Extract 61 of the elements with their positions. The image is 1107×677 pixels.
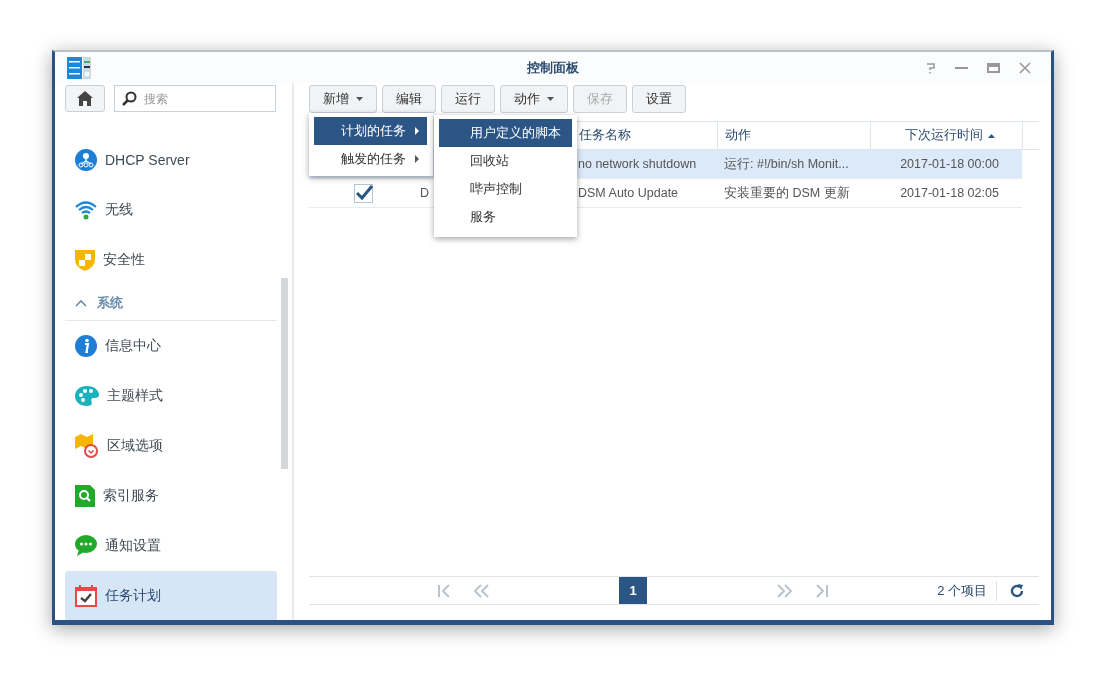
home-icon (77, 91, 93, 106)
caret-icon (356, 97, 363, 101)
toolbar-button[interactable]: 新增 (309, 85, 377, 113)
sidebar-item[interactable]: 信息中心 (65, 321, 277, 371)
menu-item[interactable]: 回收站 (439, 147, 572, 175)
refresh-icon[interactable] (1010, 583, 1024, 598)
toolbar-button[interactable]: 设置 (632, 85, 686, 113)
section-header[interactable]: 系统 (65, 285, 277, 321)
first-page-icon[interactable] (437, 583, 451, 598)
table-cell: D (420, 186, 430, 200)
table-cell: 2017-01-18 00:00 (900, 157, 999, 171)
table-cell: no network shutdown (578, 157, 697, 171)
shield-icon (75, 249, 95, 271)
calendar-check-icon (75, 585, 97, 607)
sidebar-item[interactable]: 主题样式 (65, 371, 277, 421)
item-count: 2 个项目 (937, 581, 987, 600)
table-cell: 运行: #!/bin/sh Monit... (724, 155, 849, 173)
maximize-icon[interactable] (987, 62, 1000, 73)
help-icon[interactable] (926, 61, 936, 74)
document-search-icon (75, 485, 95, 507)
last-page-icon[interactable] (815, 583, 829, 598)
scrollbar[interactable] (281, 278, 288, 469)
wifi-icon (75, 200, 97, 220)
chat-icon (75, 535, 97, 557)
submenu-arrow-icon (415, 155, 419, 163)
palette-icon (75, 386, 99, 406)
chevron-icon (75, 298, 87, 307)
toolbar-button[interactable]: 运行 (441, 85, 495, 113)
sidebar-item[interactable]: DHCP Server (65, 135, 277, 185)
caret-icon (547, 97, 554, 101)
page-button[interactable]: 1 (619, 577, 647, 604)
next-page-icon[interactable] (777, 583, 793, 598)
search-field[interactable]: 搜索 (114, 85, 276, 112)
column-header[interactable]: 下次运行时间 (905, 127, 983, 144)
toolbar-button[interactable]: 动作 (500, 85, 568, 113)
table-cell: 2017-01-18 02:05 (900, 186, 999, 200)
toolbar-button[interactable]: 编辑 (382, 85, 436, 113)
sidebar-item[interactable]: 任务计划 (65, 571, 277, 620)
minimize-icon[interactable] (955, 66, 968, 69)
previous-page-icon[interactable] (473, 583, 489, 598)
sidebar-item[interactable]: 区域选项 (65, 421, 277, 471)
menu-item[interactable]: 计划的任务 (314, 117, 427, 145)
close-icon[interactable] (1019, 61, 1031, 74)
sidebar-item[interactable]: 索引服务 (65, 471, 277, 521)
app-icon (67, 56, 91, 79)
window-title: 控制面板 (527, 58, 579, 77)
menu-item[interactable]: 用户定义的脚本 (439, 119, 572, 147)
map-clock-icon (75, 434, 99, 458)
submenu-arrow-icon (415, 127, 419, 135)
sidebar-item[interactable]: 安全性 (65, 235, 277, 285)
network-icon (75, 149, 97, 171)
table-cell: 安装重要的 DSM 更新 (724, 184, 850, 202)
home-button[interactable] (65, 85, 105, 112)
column-header[interactable]: 任务名称 (579, 127, 631, 144)
sort-ascending-icon[interactable] (988, 133, 995, 138)
checkbox[interactable] (353, 183, 373, 203)
info-icon (75, 335, 97, 357)
sidebar-item[interactable]: 通知设置 (65, 521, 277, 571)
table-cell: DSM Auto Update (578, 186, 679, 200)
column-header[interactable]: 动作 (725, 127, 751, 144)
sidebar-item[interactable]: 无线 (65, 185, 277, 235)
